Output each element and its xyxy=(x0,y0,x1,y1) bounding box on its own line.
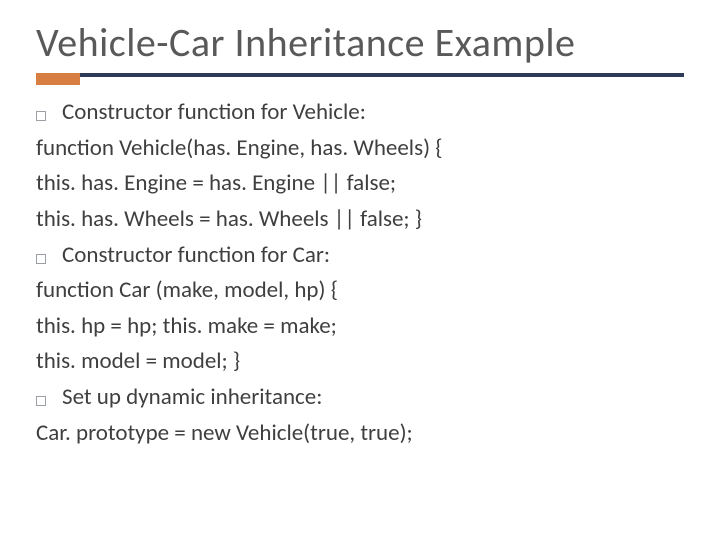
bullet-icon xyxy=(36,111,46,121)
content-body: Constructor function for Vehicle: functi… xyxy=(36,95,684,451)
code-line: this. has. Wheels = has. Wheels || false… xyxy=(36,202,684,238)
slide-title: Vehicle-Car Inheritance Example xyxy=(36,18,684,67)
code-line: function Car (make, model, hp) { xyxy=(36,273,684,309)
bullet-line-1: Constructor function for Vehicle: xyxy=(36,95,684,131)
code-line: this. model = model; } xyxy=(36,344,684,380)
bullet-line-3: Set up dynamic inheritance: xyxy=(36,380,684,416)
title-underline xyxy=(36,73,684,77)
bullet-icon xyxy=(36,254,46,264)
bullet-text: Constructor function for Car: xyxy=(62,238,330,274)
code-line: this. hp = hp; this. make = make; xyxy=(36,309,684,345)
bullet-icon xyxy=(36,396,46,406)
accent-bar xyxy=(36,73,80,85)
code-line: function Vehicle(has. Engine, has. Wheel… xyxy=(36,131,684,167)
code-line: Car. prototype = new Vehicle(true, true)… xyxy=(36,416,684,452)
bullet-text: Constructor function for Vehicle: xyxy=(62,95,366,131)
code-line: this. has. Engine = has. Engine || false… xyxy=(36,166,684,202)
bullet-text: Set up dynamic inheritance: xyxy=(62,380,322,416)
slide: Vehicle-Car Inheritance Example Construc… xyxy=(0,0,720,540)
bullet-line-2: Constructor function for Car: xyxy=(36,238,684,274)
